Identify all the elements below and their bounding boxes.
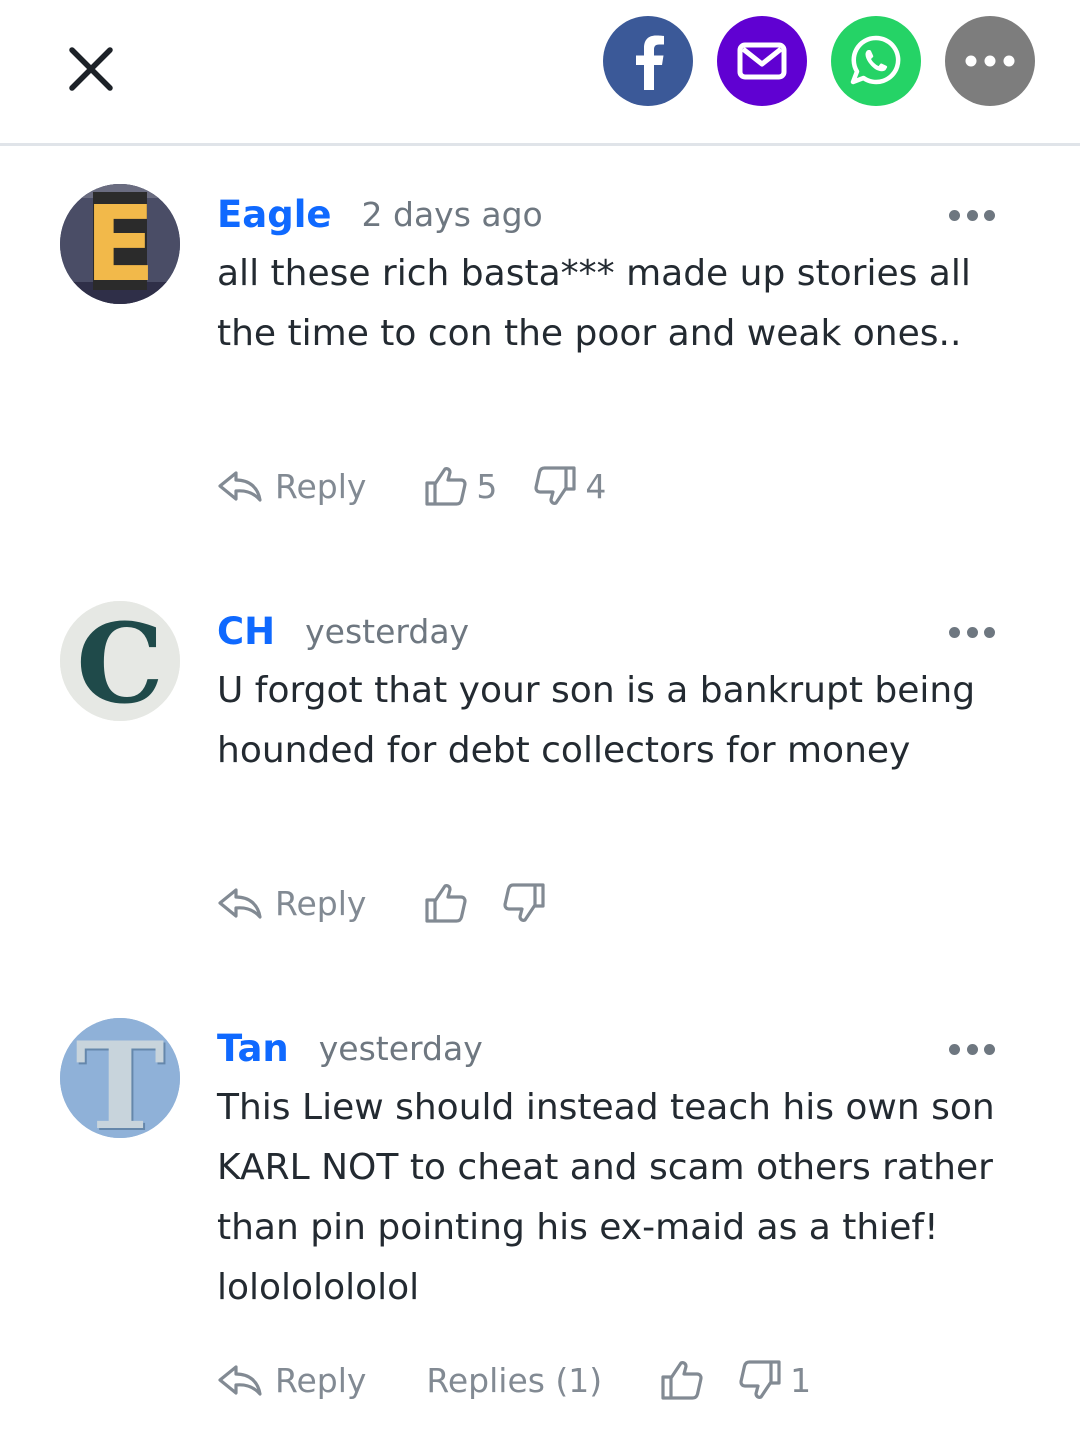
comment-text: This Liew should instead teach his own s… — [217, 1087, 995, 1308]
comment-actions: Reply — [217, 873, 546, 933]
downvote-button[interactable]: 1 — [738, 1359, 811, 1401]
avatar-image: E — [60, 184, 180, 304]
comment-author[interactable]: Eagle — [217, 193, 332, 236]
downvote-button[interactable] — [502, 882, 546, 924]
upvote-button[interactable]: 5 — [424, 465, 497, 507]
upvote-button[interactable] — [660, 1359, 704, 1401]
comment-item: E Eagle 2 days ago all these rich basta*… — [0, 184, 1080, 524]
reply-button[interactable]: Reply — [217, 1361, 366, 1400]
facebook-icon — [636, 35, 664, 90]
reply-button[interactable]: Reply — [217, 467, 366, 506]
comment-item: C CH yesterday U forgot that your son is… — [0, 601, 1080, 941]
thumbs-up-icon — [425, 467, 467, 506]
share-more-button[interactable] — [945, 16, 1035, 106]
avatar-image: T T — [60, 1018, 180, 1138]
comment-actions: Reply Replies (1) 1 — [217, 1350, 811, 1410]
thumbs-up-icon — [661, 1361, 703, 1400]
reply-button[interactable]: Reply — [217, 884, 366, 923]
downvote-count: 1 — [790, 1360, 812, 1400]
comment-options-button[interactable] — [949, 619, 995, 645]
share-whatsapp-button[interactable] — [831, 16, 921, 106]
share-email-button[interactable] — [717, 16, 807, 106]
comment-meta: Tan yesterday — [217, 1018, 1007, 1078]
upvote-button[interactable] — [424, 882, 468, 924]
upvote-count: 5 — [476, 466, 498, 506]
close-button[interactable] — [60, 38, 122, 100]
view-replies-button[interactable]: Replies (1) — [426, 1361, 602, 1400]
comment-text: all these rich basta*** made up stories … — [217, 253, 971, 354]
reply-label: Reply — [275, 466, 367, 506]
downvote-button[interactable]: 4 — [533, 465, 606, 507]
close-icon — [69, 47, 113, 91]
avatar-letter: C — [76, 601, 164, 721]
thumbs-down-icon — [739, 1360, 781, 1399]
comment-meta: CH yesterday — [217, 601, 1007, 661]
thumbs-up-icon — [425, 884, 467, 923]
avatar[interactable]: T T — [60, 1018, 180, 1138]
reply-label: Reply — [275, 1360, 367, 1400]
reply-icon — [218, 1365, 262, 1396]
comment-timestamp: yesterday — [318, 1028, 483, 1068]
thumbs-down-icon — [534, 466, 577, 505]
comment-options-button[interactable] — [949, 1036, 995, 1062]
comment-options-button[interactable] — [949, 202, 995, 228]
avatar[interactable]: C — [60, 601, 180, 721]
comment-author[interactable]: CH — [217, 610, 275, 653]
comment-item: T T Tan yesterday This Liew should inste… — [0, 1018, 1080, 1418]
comment-text: U forgot that your son is a bankrupt bei… — [217, 670, 976, 771]
comment-timestamp: 2 days ago — [361, 194, 543, 234]
thumbs-down-icon — [503, 883, 546, 922]
comment-timestamp: yesterday — [305, 611, 470, 651]
avatar[interactable]: E — [60, 184, 180, 304]
reply-icon — [218, 471, 262, 502]
reply-label: Reply — [275, 883, 367, 923]
email-icon — [737, 42, 787, 80]
share-header — [0, 0, 1080, 146]
avatar-image: C — [60, 601, 180, 721]
downvote-count: 4 — [585, 466, 607, 506]
avatar-letter: T — [75, 1018, 164, 1138]
comment-actions: Reply 5 4 — [217, 456, 606, 516]
avatar-letter: E — [84, 184, 155, 304]
more-icon — [965, 55, 1015, 67]
share-facebook-button[interactable] — [603, 16, 693, 106]
comment-author[interactable]: Tan — [217, 1027, 289, 1070]
whatsapp-icon — [850, 35, 901, 85]
reply-icon — [218, 888, 262, 919]
comment-meta: Eagle 2 days ago — [217, 184, 1007, 244]
replies-label: Replies (1) — [426, 1360, 603, 1400]
